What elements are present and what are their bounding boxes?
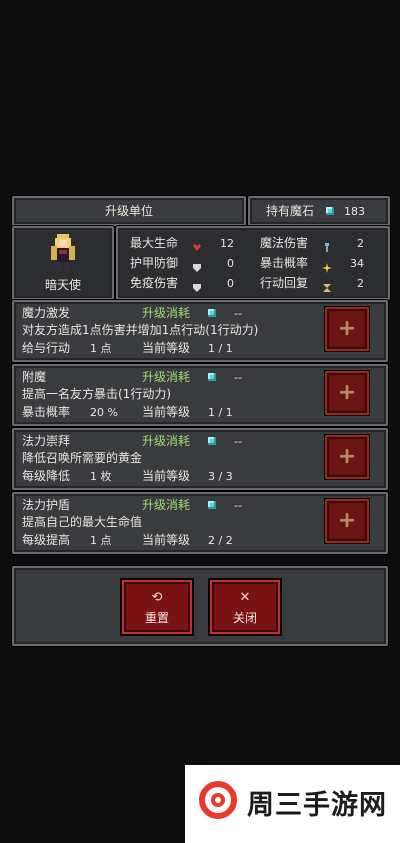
- close-button-label: 关闭: [232, 611, 257, 625]
- close-icon: ✕: [239, 590, 251, 605]
- upgrade-cost-label: 升级消耗: [142, 498, 191, 512]
- stat-label: 护甲防御: [130, 256, 179, 270]
- reset-button-label: 重置: [144, 611, 169, 625]
- stat-value: 2: [357, 237, 364, 250]
- stat-label: 暴击概率: [260, 256, 309, 270]
- plus-icon: +: [337, 508, 357, 533]
- unit-name: 暗天使: [44, 278, 81, 292]
- stat-label: 免疫伤害: [130, 276, 179, 290]
- stat-value: 2: [357, 277, 364, 290]
- upgrade-cost-label: 升级消耗: [142, 306, 191, 320]
- current-level-value: 1 / 1: [208, 342, 233, 355]
- upgrade-plus-button[interactable]: +: [325, 499, 369, 543]
- plus-icon: +: [337, 380, 357, 405]
- upgrade-cost-label: 升级消耗: [142, 370, 191, 384]
- dark-angel-portrait: [51, 234, 75, 270]
- skill-stat-label: 暴击概率: [22, 405, 71, 419]
- skill-stat-label: 每级提高: [22, 533, 71, 547]
- heart-icon: [192, 238, 202, 257]
- stat-value: 0: [227, 257, 234, 270]
- watermark: 周三手游网: [185, 765, 400, 843]
- skill-stat-value: 1 点: [90, 342, 112, 355]
- shield-icon: [192, 278, 202, 297]
- skill-name: 附魔: [22, 370, 47, 384]
- magic-stone-icon: [208, 373, 216, 381]
- skill-stat-label: 给与行动: [22, 341, 71, 355]
- current-level-label: 当前等级: [142, 533, 191, 547]
- shield-icon: [192, 258, 202, 277]
- upgrade-cost-value: --: [234, 307, 242, 320]
- watermark-logo: [199, 781, 237, 819]
- unit-portrait-panel: 暗天使: [12, 226, 114, 300]
- current-level-value: 1 / 1: [208, 406, 233, 419]
- magic-stone-icon: [208, 437, 216, 445]
- stat-label: 行动回复: [260, 276, 309, 290]
- owned-stones-panel: 持有魔石 183: [248, 196, 390, 226]
- skill-stat-value: 1 枚: [90, 470, 112, 483]
- upgrade-cost-label: 升级消耗: [142, 434, 191, 448]
- plus-icon: +: [337, 316, 357, 341]
- current-level-value: 2 / 2: [208, 534, 233, 547]
- magic-stone-icon: [208, 309, 216, 317]
- skill-stat-value: 1 点: [90, 534, 112, 547]
- owned-stones-label: 持有魔石: [266, 204, 315, 218]
- upgrade-plus-button[interactable]: +: [325, 307, 369, 351]
- stat-value: 34: [350, 257, 364, 270]
- skill-name: 魔力激发: [22, 306, 71, 320]
- hourglass-icon: [322, 278, 332, 297]
- wand-icon: [322, 238, 332, 257]
- burst-icon: [322, 258, 332, 277]
- skill-description: 提高自己的最大生命值: [22, 515, 143, 529]
- skill-panel: 附魔 升级消耗 -- 提高一名友方暴击(1行动力) 暴击概率 20 % 当前等级 1 / 1 +: [12, 364, 388, 426]
- upgrade-cost-value: --: [234, 499, 242, 512]
- skill-name: 法力护盾: [22, 498, 71, 512]
- skill-panel: 法力崇拜 升级消耗 -- 降低召唤所需要的黄金 每级降低 1 枚 当前等级 3 / 3 +: [12, 428, 388, 490]
- current-level-value: 3 / 3: [208, 470, 233, 483]
- upgrade-title-bar: 升级单位: [12, 196, 246, 226]
- reset-button[interactable]: ⟲ 重置: [122, 580, 192, 634]
- magic-stone-icon: [326, 207, 334, 215]
- current-level-label: 当前等级: [142, 341, 191, 355]
- page-title: 升级单位: [104, 204, 153, 218]
- current-level-label: 当前等级: [142, 469, 191, 483]
- watermark-text: 周三手游网: [247, 790, 387, 821]
- bottom-action-bar: ⟲ 重置 ✕ 关闭: [12, 566, 388, 646]
- upgrade-cost-value: --: [234, 371, 242, 384]
- stat-label: 魔法伤害: [260, 236, 309, 250]
- stat-value: 12: [220, 237, 234, 250]
- skill-panel: 法力护盾 升级消耗 -- 提高自己的最大生命值 每级提高 1 点 当前等级 2 / 2 +: [12, 492, 388, 554]
- unit-stats-panel: 最大生命 12 护甲防御 0 免疫伤害 0 魔法伤害 2 暴击概率 34 行动回复 2: [116, 226, 390, 300]
- skill-description: 对友方造成1点伤害并增加1点行动(1行动力): [22, 323, 259, 337]
- stat-label: 最大生命: [130, 236, 179, 250]
- skill-stat-label: 每级降低: [22, 469, 71, 483]
- current-level-label: 当前等级: [142, 405, 191, 419]
- skill-description: 降低召唤所需要的黄金: [22, 451, 143, 465]
- upgrade-cost-value: --: [234, 435, 242, 448]
- upgrade-plus-button[interactable]: +: [325, 371, 369, 415]
- upgrade-plus-button[interactable]: +: [325, 435, 369, 479]
- refresh-icon: ⟲: [151, 590, 163, 605]
- skill-description: 提高一名友方暴击(1行动力): [22, 387, 171, 401]
- skill-panel: 魔力激发 升级消耗 -- 对友方造成1点伤害并增加1点行动(1行动力) 给与行动 1 点 当…: [12, 300, 388, 362]
- skill-stat-value: 20 %: [90, 406, 118, 419]
- skill-name: 法力崇拜: [22, 434, 71, 448]
- magic-stone-icon: [208, 501, 216, 509]
- owned-stones-count: 183: [344, 205, 365, 218]
- stat-value: 0: [227, 277, 234, 290]
- plus-icon: +: [337, 444, 357, 469]
- close-button[interactable]: ✕ 关闭: [210, 580, 280, 634]
